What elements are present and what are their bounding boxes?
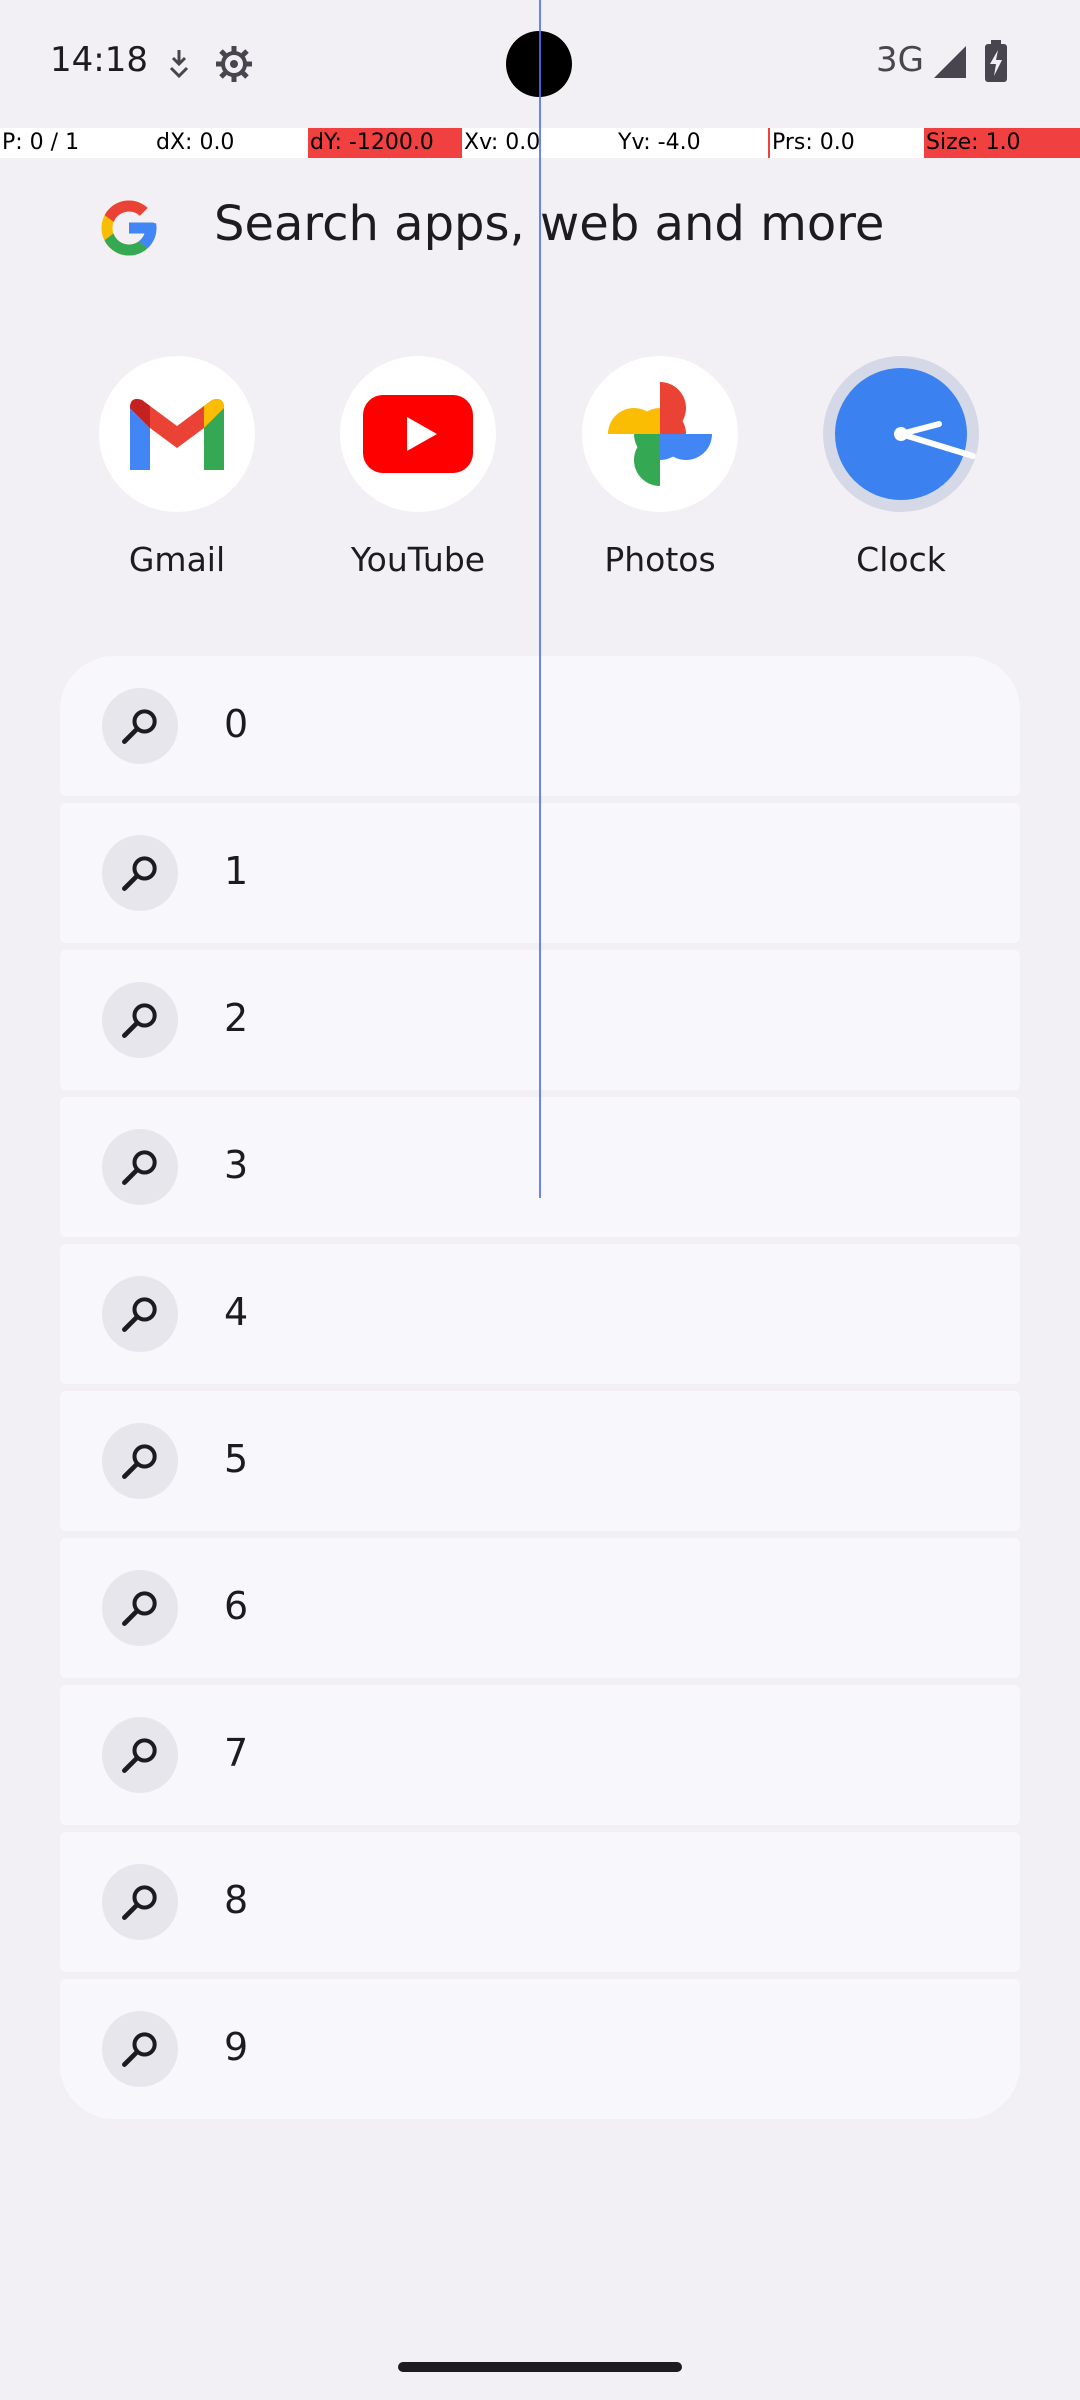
search-icon <box>102 1129 178 1205</box>
search-icon <box>102 2011 178 2087</box>
google-logo-icon <box>101 200 157 256</box>
network-type: 3G <box>876 40 924 80</box>
pointer-trace-line <box>539 0 541 1198</box>
pointer-pressure: Prs: 0.0 <box>772 130 855 155</box>
suggestion-text: 3 <box>224 1143 249 1187</box>
search-icon <box>102 1864 178 1940</box>
suggestion-item[interactable]: 6 <box>60 1538 1020 1678</box>
youtube-icon <box>340 356 496 512</box>
suggestion-text: 1 <box>224 849 249 893</box>
suggestion-text: 7 <box>224 1731 249 1775</box>
suggestion-text: 4 <box>224 1290 249 1334</box>
app-photos[interactable]: Photos <box>560 356 760 579</box>
pointer-dx: dX: 0.0 <box>156 130 235 155</box>
search-icon <box>102 1423 178 1499</box>
suggestion-text: 8 <box>224 1878 249 1922</box>
suggestion-item[interactable]: 4 <box>60 1244 1020 1384</box>
app-label-youtube: YouTube <box>350 540 486 579</box>
app-label-photos: Photos <box>604 540 716 579</box>
suggestion-item[interactable]: 7 <box>60 1685 1020 1825</box>
app-gmail[interactable]: Gmail <box>77 356 277 579</box>
suggestion-item[interactable]: 9 <box>60 1979 1020 2119</box>
suggestion-item[interactable]: 8 <box>60 1832 1020 1972</box>
search-icon <box>102 1570 178 1646</box>
search-icon <box>102 1717 178 1793</box>
suggestion-text: 6 <box>224 1584 249 1628</box>
search-icon <box>102 688 178 764</box>
settings-gear-icon <box>216 46 252 82</box>
pointer-xv: Xv: 0.0 <box>464 130 541 155</box>
signal-strength-icon <box>934 46 966 78</box>
app-clock[interactable]: Clock <box>801 356 1001 579</box>
app-label-gmail: Gmail <box>128 540 226 579</box>
clock-icon <box>823 356 979 512</box>
photos-icon <box>582 356 738 512</box>
suggestion-text: 0 <box>224 702 249 746</box>
pointer-dy: dY: -1200.0 <box>308 128 462 158</box>
pointer-yv: Yv: -4.0 <box>618 130 701 155</box>
search-icon <box>102 835 178 911</box>
app-youtube[interactable]: YouTube <box>318 356 518 579</box>
status-time: 14:18 <box>50 40 148 80</box>
app-label-clock: Clock <box>856 540 946 579</box>
download-notification-icon <box>169 50 189 78</box>
suggestion-text: 9 <box>224 2025 249 2069</box>
search-icon <box>102 1276 178 1352</box>
suggestion-text: 2 <box>224 996 249 1040</box>
suggestion-item[interactable]: 5 <box>60 1391 1020 1531</box>
home-gesture-bar[interactable] <box>398 2362 682 2372</box>
battery-charging-icon <box>985 40 1007 82</box>
pointer-size: Size: 1.0 <box>924 128 1080 158</box>
search-icon <box>102 982 178 1058</box>
suggestion-text: 5 <box>224 1437 249 1481</box>
search-placeholder: Search apps, web and more <box>214 196 885 252</box>
gmail-icon <box>99 356 255 512</box>
pointer-count: P: 0 / 1 <box>2 130 80 155</box>
